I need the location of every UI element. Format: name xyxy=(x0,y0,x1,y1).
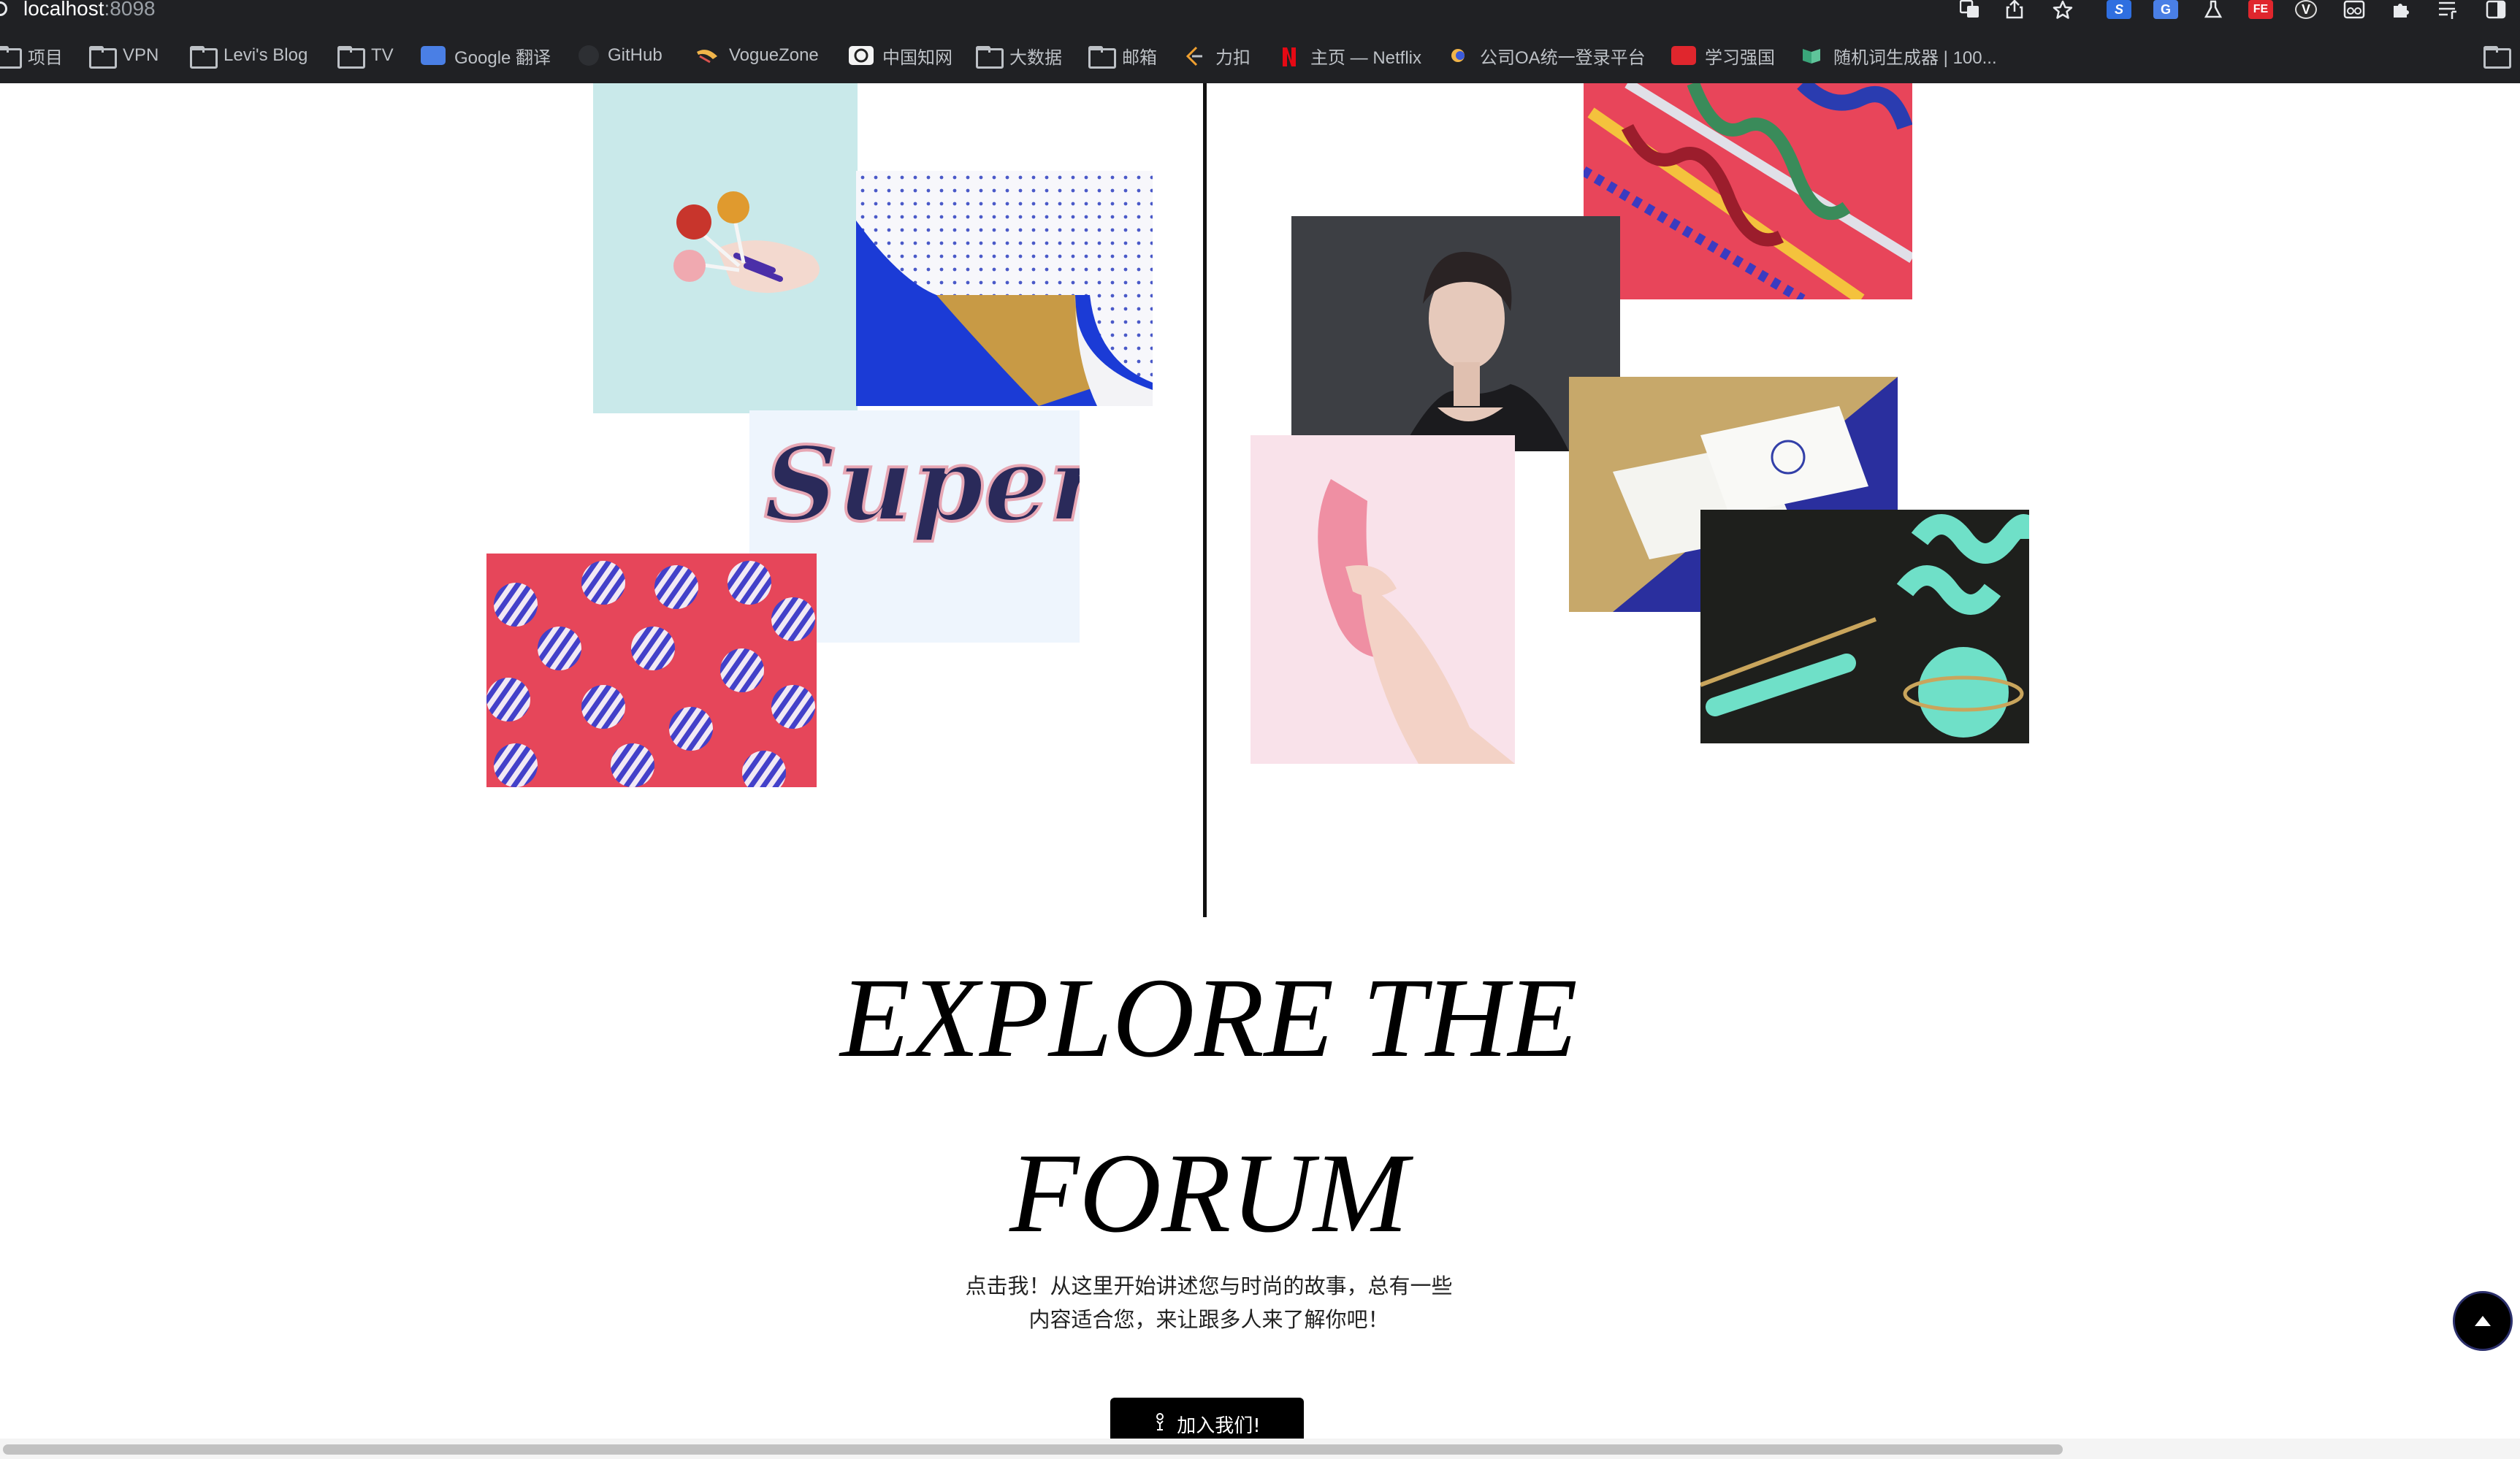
bookmark-label: 大数据 xyxy=(1009,47,1062,68)
bookmark-cnki[interactable]: 中国知网 xyxy=(849,39,952,72)
bookmark-label: TV xyxy=(371,45,394,65)
bookmark-label: VogueZone xyxy=(729,45,819,65)
bookmark-vpn[interactable]: VPN xyxy=(89,39,159,72)
side-panel-icon[interactable] xyxy=(2483,0,2508,19)
folder-icon xyxy=(976,46,1004,69)
url-port: :8098 xyxy=(104,0,156,20)
reader-extension-icon[interactable] xyxy=(2342,0,2367,19)
bookmark-label: 主页 — Netflix xyxy=(1310,47,1422,68)
leetcode-icon xyxy=(1182,46,1207,66)
github-icon xyxy=(579,45,599,66)
bookmark-label: 公司OA统一登录平台 xyxy=(1480,47,1646,68)
bookmark-google-translate[interactable]: Google 翻译 xyxy=(421,39,551,72)
intro-text: 点击我！从这里开始讲述您与时尚的故事，总有一些 内容适合您，来让跟多人来了解你吧… xyxy=(913,1269,1505,1336)
center-divider-line xyxy=(1203,83,1207,917)
folder-icon xyxy=(0,46,22,69)
bookmark-word-generator[interactable]: 随机词生成器 | 100... xyxy=(1800,39,1997,72)
peeled-dots-paper-photo xyxy=(856,171,1153,406)
horizontal-scrollbar-thumb[interactable] xyxy=(3,1444,2063,1455)
google-translate-icon xyxy=(421,46,446,65)
generator-icon xyxy=(1800,46,1825,65)
url-text[interactable]: localhost:8098 xyxy=(23,0,156,20)
bookmark-label: Levi's Blog xyxy=(224,45,308,65)
bookmark-levis-blog[interactable]: Levi's Blog xyxy=(190,39,308,72)
bookmark-xuexi[interactable]: 学习强国 xyxy=(1671,39,1775,72)
arrow-up-icon xyxy=(2475,1316,2491,1326)
bookmark-mail[interactable]: 邮箱 xyxy=(1088,39,1157,72)
netflix-icon xyxy=(1277,46,1302,66)
google-translate-extension-icon[interactable]: G xyxy=(2153,0,2178,19)
translate-icon[interactable] xyxy=(1958,0,1982,19)
sogou-extension-icon[interactable]: S xyxy=(2107,0,2131,19)
browser-chrome: localhost:8098 S G FE V 项目 VPN Levi's Bl… xyxy=(0,0,2520,83)
bookmark-tv[interactable]: TV xyxy=(337,39,394,72)
bookmark-big-data[interactable]: 大数据 xyxy=(976,39,1062,72)
lollipop-hand-photo xyxy=(593,83,858,413)
page-content: Super EXPLORE THE FORUM 点击我！从这里开始讲述您与时尚的… xyxy=(0,83,2520,1459)
bookmark-voguezone[interactable]: VogueZone xyxy=(695,39,819,72)
site-info-icon[interactable] xyxy=(0,1,7,16)
striped-candy-balls-photo xyxy=(486,554,817,787)
folder-icon xyxy=(1088,46,1116,69)
bookmark-label: 随机词生成器 | 100... xyxy=(1833,47,1997,68)
headline-line-1: EXPLORE THE xyxy=(840,954,1578,1081)
voguezone-icon xyxy=(695,46,720,65)
bookmark-label: 项目 xyxy=(28,47,63,68)
bookmark-label: 中国知网 xyxy=(882,47,952,68)
share-icon[interactable] xyxy=(2002,0,2027,19)
flask-extension-icon[interactable] xyxy=(2201,0,2226,19)
intro-line-2: 内容适合您，来让跟多人来了解你吧！ xyxy=(1028,1307,1389,1332)
page-title: EXPLORE THE FORUM xyxy=(0,930,2418,1281)
bookmark-label: VPN xyxy=(123,45,159,65)
back-to-top-button[interactable] xyxy=(2453,1291,2513,1351)
horizontal-scrollbar[interactable] xyxy=(0,1439,2520,1459)
bookmark-netflix[interactable]: 主页 — Netflix xyxy=(1277,39,1421,72)
join-us-label: 加入我们! xyxy=(1177,1414,1261,1437)
folder-icon xyxy=(337,46,365,69)
intro-line-1: 点击我！从这里开始讲述您与时尚的故事，总有一些 xyxy=(965,1274,1453,1298)
svg-text:Super: Super xyxy=(764,425,1080,545)
reading-list-icon[interactable] xyxy=(2435,0,2460,19)
bookmark-label: 力扣 xyxy=(1215,47,1251,68)
vue-devtools-extension-icon[interactable]: V xyxy=(2295,0,2317,19)
bookmark-label: Google 翻译 xyxy=(454,47,551,68)
cnki-icon xyxy=(849,46,874,65)
puzzle-extension-icon[interactable] xyxy=(2389,0,2413,19)
fe-helper-extension-icon[interactable]: FE xyxy=(2248,0,2273,19)
address-bar[interactable]: localhost:8098 S G FE V xyxy=(0,0,2520,22)
bookmark-leetcode[interactable]: 力扣 xyxy=(1182,39,1251,72)
oa-icon xyxy=(1446,46,1471,65)
bookmarks-overflow[interactable] xyxy=(2483,39,2517,72)
url-host: localhost xyxy=(23,0,104,20)
mint-spiral-objects-photo xyxy=(1700,510,2029,743)
glossy-tubes-photo xyxy=(1584,83,1912,299)
folder-icon xyxy=(190,46,218,69)
person-icon xyxy=(1153,1412,1167,1436)
headline-line-2: FORUM xyxy=(1009,1130,1408,1256)
star-icon[interactable] xyxy=(2050,0,2075,19)
bookmark-github[interactable]: GitHub xyxy=(579,39,663,72)
folder-icon xyxy=(89,46,117,69)
bookmark-projects[interactable]: 项目 xyxy=(0,39,63,72)
xuexi-icon xyxy=(1671,46,1696,65)
bookmark-label: 学习强国 xyxy=(1705,47,1775,68)
pink-banana-hand-photo xyxy=(1251,435,1515,764)
bookmark-label: GitHub xyxy=(608,45,663,65)
bookmark-label: 邮箱 xyxy=(1122,47,1157,68)
folder-icon xyxy=(2483,46,2511,69)
bookmarks-bar: 项目 VPN Levi's Blog TV Google 翻译 GitHub V… xyxy=(0,39,2520,72)
bookmark-oa[interactable]: 公司OA统一登录平台 xyxy=(1446,39,1646,72)
